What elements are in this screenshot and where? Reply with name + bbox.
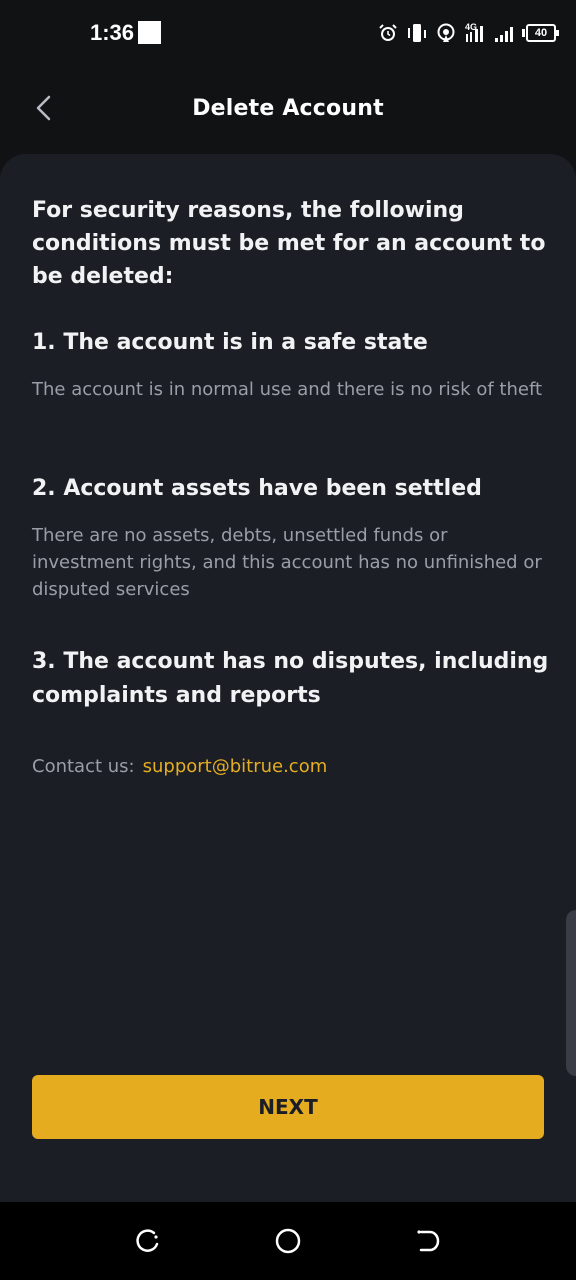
signal-4g-icon: 4G <box>464 22 486 44</box>
contact-label: Contact us: <box>32 756 135 777</box>
recents-icon <box>136 1229 159 1252</box>
recents-button[interactable] <box>130 1224 164 1258</box>
battery-level: 40 <box>522 24 559 42</box>
battery-icon: 40 <box>522 24 559 42</box>
status-bar: 1:36 4G 40 <box>0 0 576 64</box>
back-nav-button[interactable] <box>411 1224 445 1258</box>
contact-email-link[interactable]: support@bitrue.com <box>143 756 328 777</box>
home-button[interactable] <box>271 1224 305 1258</box>
condition-2-description: There are no assets, debts, unsettled fu… <box>32 525 542 600</box>
page-title: Delete Account <box>192 96 384 121</box>
next-button[interactable]: NEXT <box>32 1075 544 1139</box>
navigation-bar <box>0 1202 576 1280</box>
hotspot-icon <box>436 23 456 43</box>
status-time: 1:36 <box>90 20 135 45</box>
home-icon <box>275 1228 301 1254</box>
intro-text: For security reasons, the following cond… <box>32 198 546 289</box>
signal-bars-icon <box>494 23 518 43</box>
back-icon <box>417 1230 440 1252</box>
contact-row: Contact us: support@bitrue.com <box>32 754 327 780</box>
notification-square-icon <box>138 21 161 44</box>
header: Delete Account <box>0 64 576 154</box>
alarm-icon <box>378 23 398 43</box>
status-icons: 4G 40 <box>378 20 559 46</box>
condition-3-title: 3. The account has no disputes, includin… <box>32 649 549 708</box>
edge-panel-handle[interactable] <box>566 910 576 1076</box>
content-card: For security reasons, the following cond… <box>0 154 576 1202</box>
vibrate-icon <box>406 23 428 43</box>
condition-1-title: 1. The account is in a safe state <box>32 330 428 355</box>
condition-2-title: 2. Account assets have been settled <box>32 476 482 501</box>
condition-1-description: The account is in normal use and there i… <box>32 379 543 400</box>
